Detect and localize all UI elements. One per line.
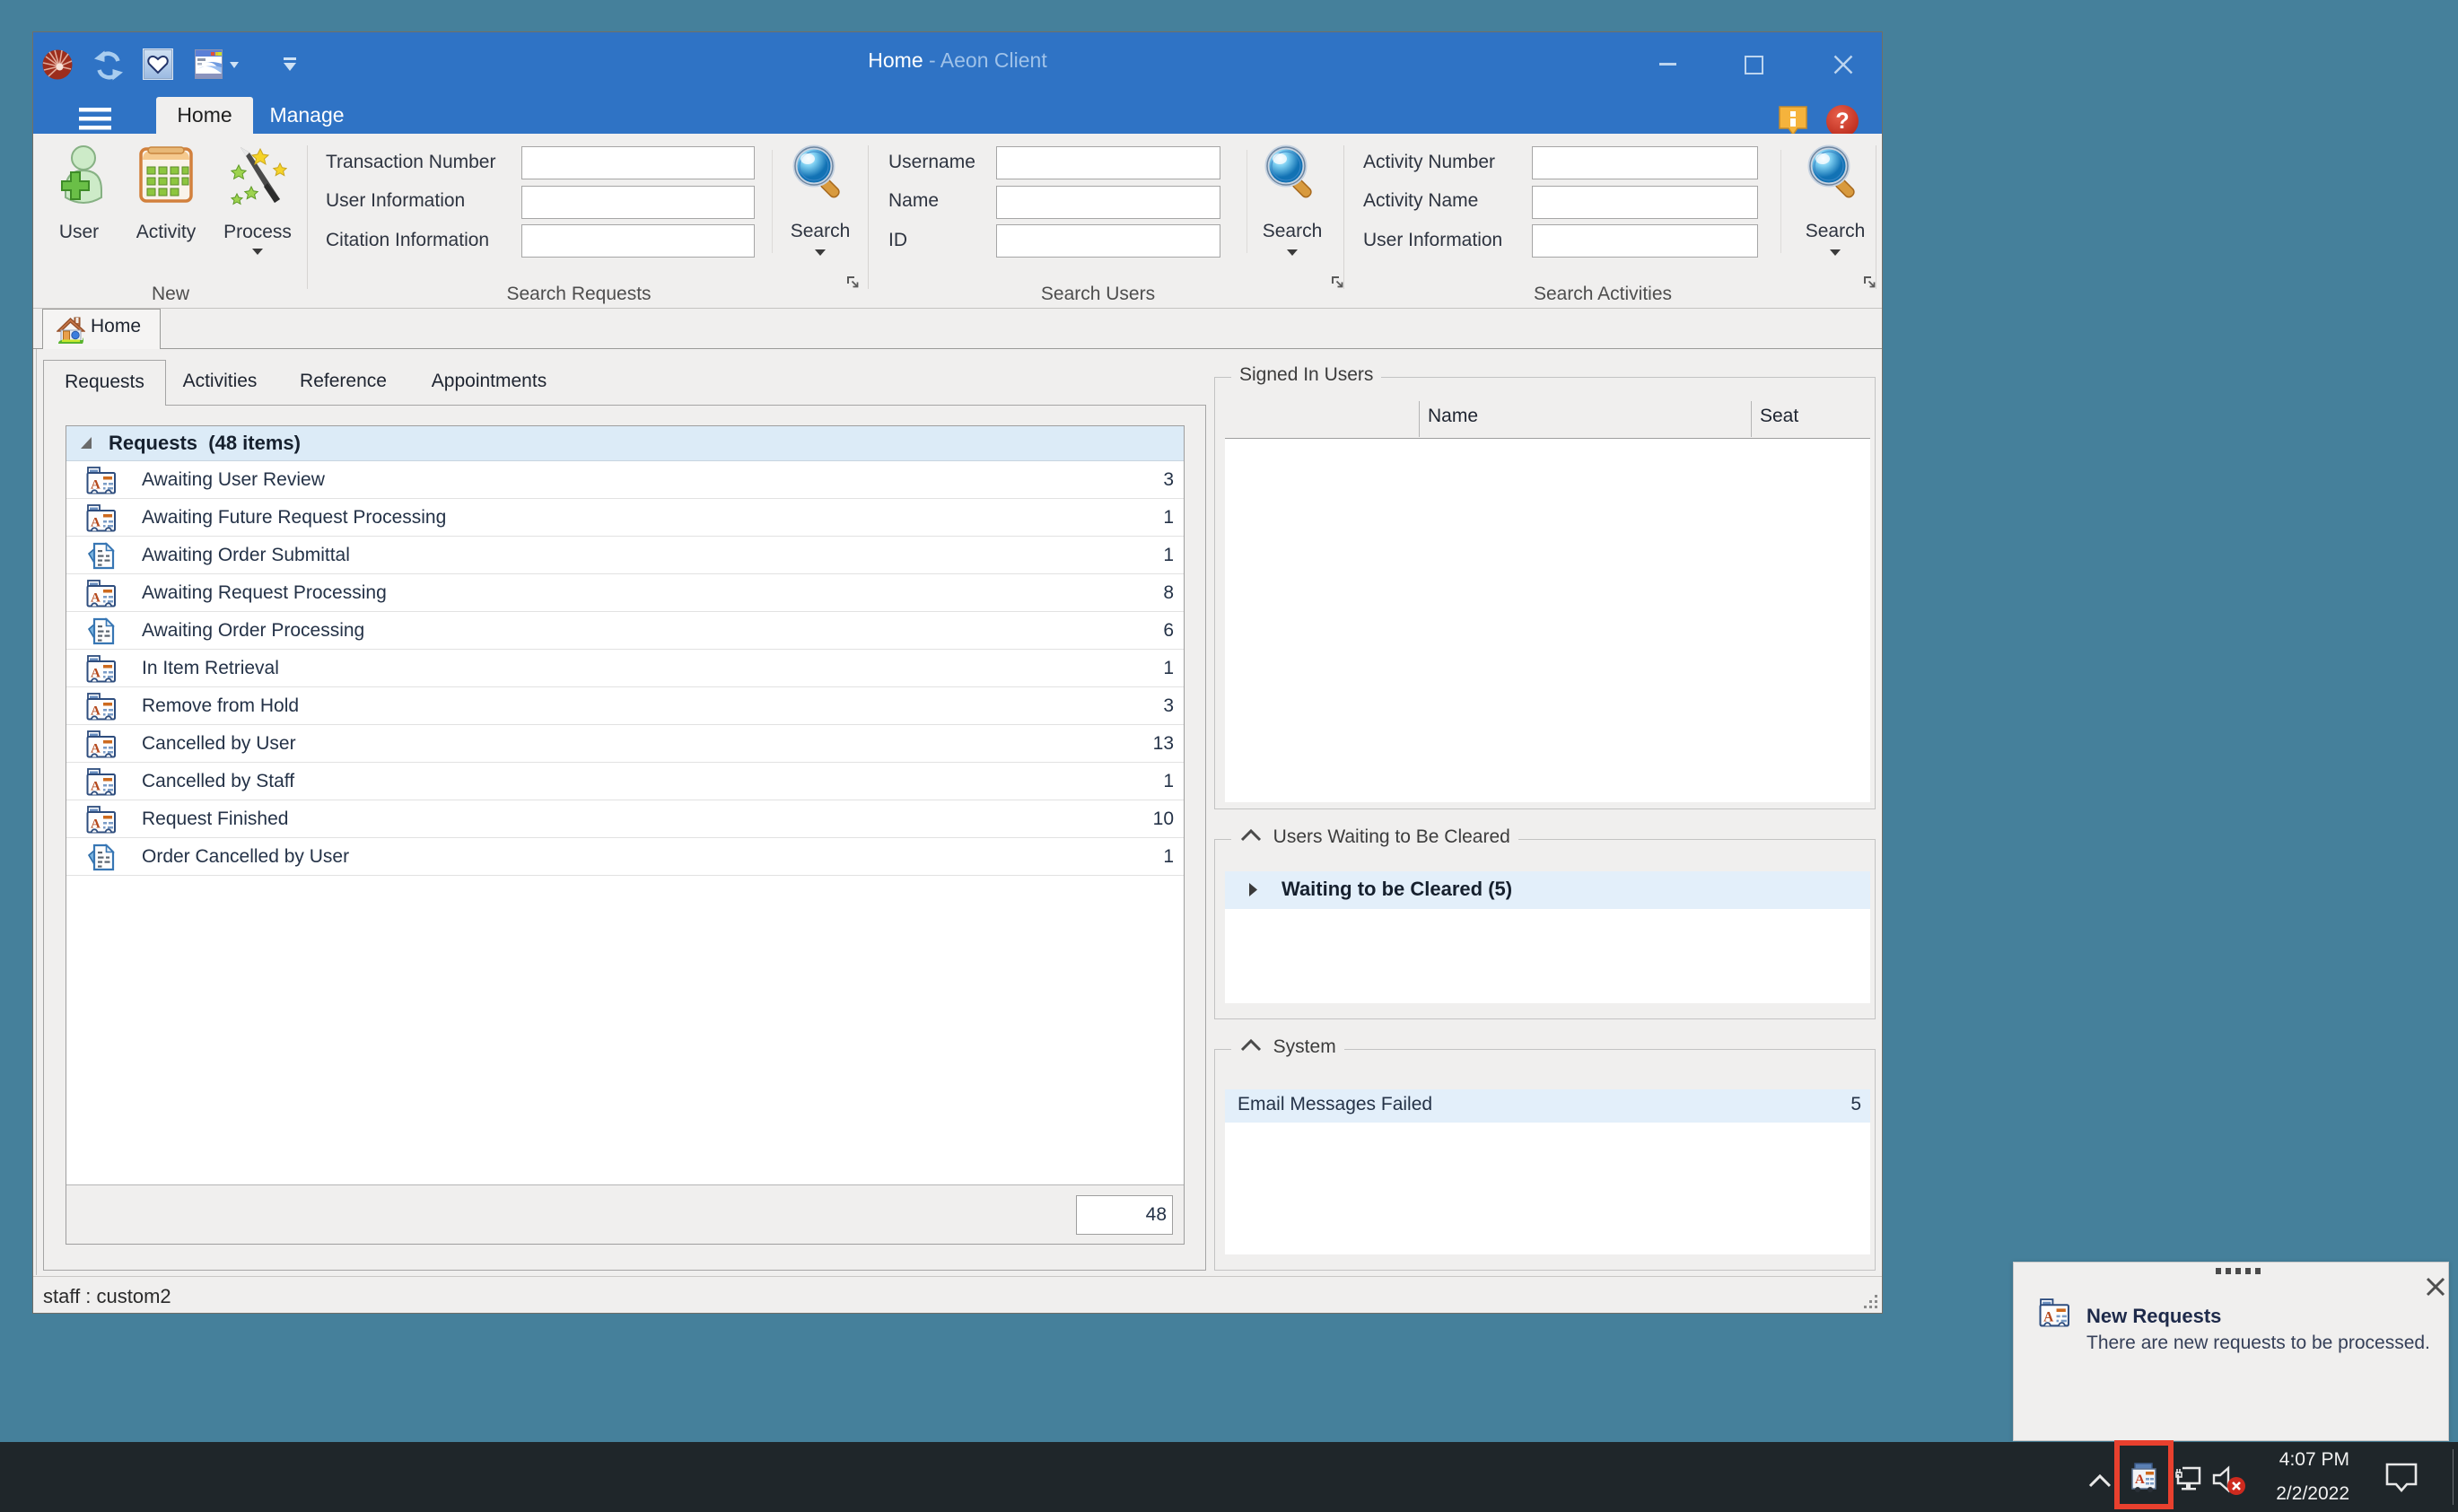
svg-text:A: A bbox=[2135, 1473, 2145, 1487]
